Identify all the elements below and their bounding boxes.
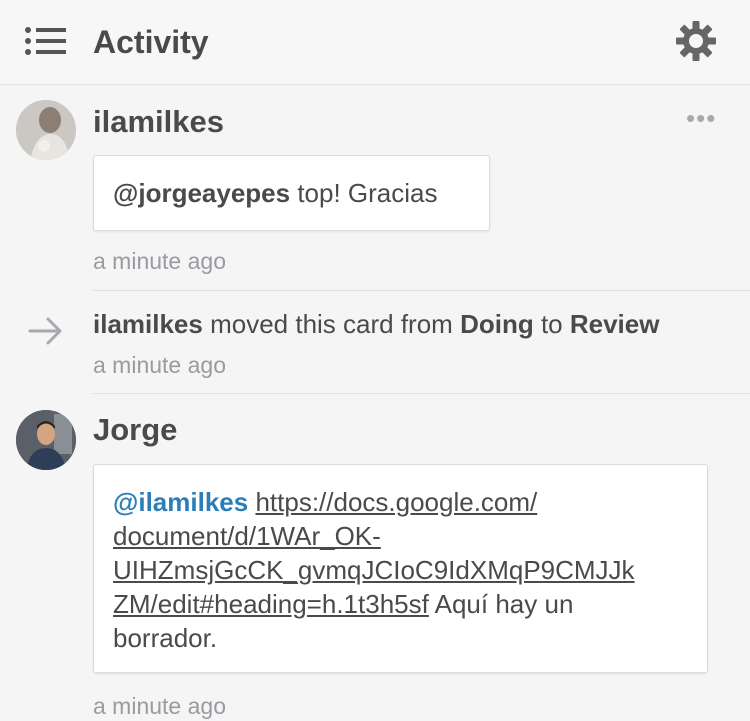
avatar[interactable] xyxy=(16,410,76,470)
comment-bubble: @jorgeayepes top! Gracias xyxy=(93,155,490,231)
timestamp: a minute ago xyxy=(93,352,226,378)
move-activity: ilamilkes moved this card from Doing to … xyxy=(93,309,660,339)
timestamp: a minute ago xyxy=(93,248,226,274)
mention[interactable]: @ilamilkes xyxy=(113,487,248,517)
more-options-icon[interactable]: ••• xyxy=(686,105,718,131)
document-link[interactable]: https://docs.google.com/ xyxy=(255,487,537,517)
list-menu-icon[interactable] xyxy=(22,24,68,58)
divider xyxy=(93,393,750,394)
comment-text: Aquí hay un xyxy=(428,589,574,619)
gear-icon[interactable] xyxy=(672,17,720,65)
document-link[interactable]: ZM/edit#heading=h.1t3h5sf xyxy=(113,589,429,619)
username[interactable]: Jorge xyxy=(93,410,177,450)
username[interactable]: ilamilkes xyxy=(93,102,224,142)
list-to: Review xyxy=(569,309,660,339)
page-title: Activity xyxy=(93,24,209,60)
document-link[interactable]: document/d/1WAr_OK- xyxy=(113,521,381,551)
mention[interactable]: @jorgeayepes xyxy=(113,178,290,208)
username[interactable]: ilamilkes xyxy=(93,309,203,339)
list-from: Doing xyxy=(460,309,534,339)
comment-bubble: @ilamilkes https://docs.google.com/ docu… xyxy=(93,464,708,673)
comment-text: borrador. xyxy=(113,623,218,653)
comment-text: top! Gracias xyxy=(290,178,438,208)
document-link[interactable]: UIHZmsjGcCK_gvmqJCIoC9IdXMqP9CMJJk xyxy=(113,555,635,585)
timestamp: a minute ago xyxy=(93,693,226,719)
avatar[interactable] xyxy=(16,100,76,160)
arrow-right-icon xyxy=(28,317,62,345)
header: Activity xyxy=(0,0,750,85)
divider xyxy=(93,290,750,291)
